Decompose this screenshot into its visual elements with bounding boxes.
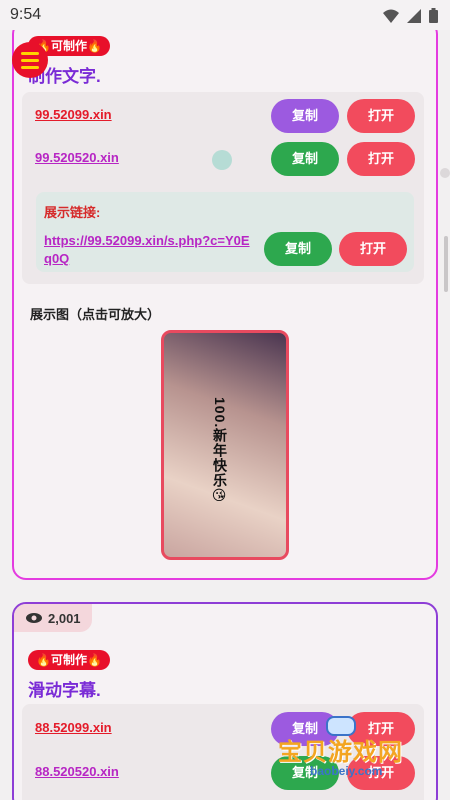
link-url[interactable]: 88.520520.xin [35,764,119,779]
link-url[interactable]: 88.52099.xin [35,720,112,735]
makeable-badge: 🔥可制作🔥 [28,650,110,670]
copy-button[interactable]: 复制 [271,99,339,133]
link-url[interactable]: 99.52099.xin [35,107,112,122]
menu-bar-icon [21,58,39,62]
eye-icon [26,613,42,623]
link-url[interactable]: 99.520520.xin [35,150,119,165]
battery-icon [429,8,438,23]
wifi-icon [383,9,399,23]
display-link-url[interactable]: https://99.52099.xin/s.php?c=Y0Eq0Q [44,232,254,268]
preview-label: 展示图（点击可放大） [30,307,161,322]
open-button[interactable]: 打开 [347,99,415,133]
decorative-dot [212,150,232,170]
card-title: 滑动字幕. [28,681,101,700]
status-bar: 9:54 [0,0,450,30]
view-count: 2,001 [14,604,92,632]
watermark-text: 宝贝游戏网 [278,739,403,766]
view-count-value: 2,001 [48,610,81,626]
watermark: 宝贝游戏网 baobeiy.com [268,716,428,788]
display-link-label: 展示链接: [44,205,101,220]
copy-button[interactable]: 复制 [264,232,332,266]
menu-bar-icon [21,51,39,55]
watermark-url: baobeiy.com [310,764,383,778]
preview-image[interactable]: 100.新年快乐😘 [161,330,289,560]
open-button[interactable]: 打开 [347,142,415,176]
status-time: 9:54 [10,6,42,23]
scrollbar[interactable] [444,236,448,292]
status-icons [383,8,438,23]
menu-button[interactable] [12,42,48,78]
menu-bar-icon [21,65,39,69]
open-button[interactable]: 打开 [339,232,407,266]
side-indicator [440,168,450,178]
copy-button[interactable]: 复制 [271,142,339,176]
signal-icon [407,8,421,23]
preview-caption: 100.新年快乐😘 [212,397,228,506]
